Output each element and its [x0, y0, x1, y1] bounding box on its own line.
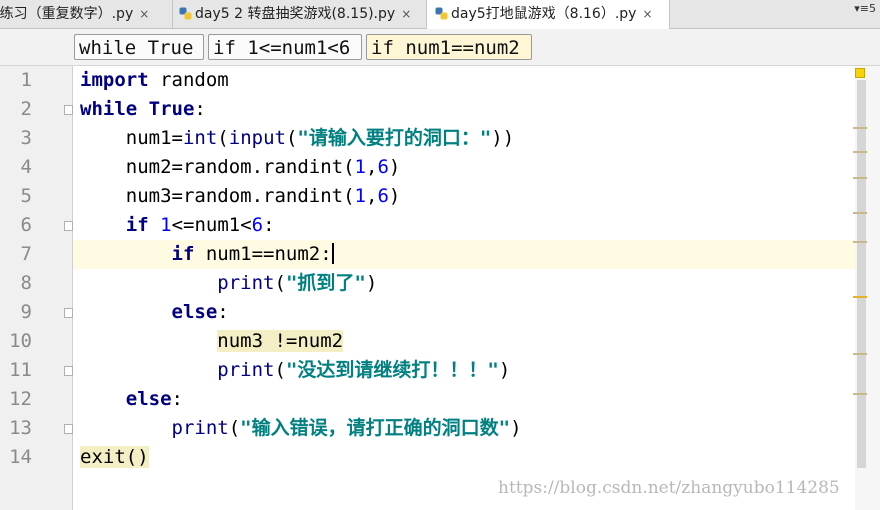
- stripe-marker[interactable]: [853, 212, 867, 214]
- fold-marker-icon[interactable]: [64, 308, 73, 318]
- code-line: num2=random.randint(1,6): [125, 156, 401, 178]
- line-number: 12: [9, 388, 32, 410]
- code-line: num3=random.randint(1,6): [125, 185, 401, 207]
- close-icon[interactable]: ×: [139, 0, 149, 28]
- code-line: if 1<=num1<6:: [125, 214, 275, 236]
- line-number: 13: [9, 417, 32, 439]
- close-icon[interactable]: ×: [401, 0, 411, 28]
- stripe-marker[interactable]: [853, 151, 867, 153]
- python-file-icon: [435, 7, 448, 20]
- watermark-url: https://blog.csdn.net/zhangyubo114285: [498, 478, 840, 498]
- editor-tab-bar: !练习（重复数字）.py × day5 2 转盘抽奖游戏(8.15).py × da…: [0, 0, 880, 29]
- fold-marker-icon[interactable]: [64, 105, 73, 115]
- vertical-scrollbar[interactable]: [857, 80, 866, 468]
- breadcrumb-if-range[interactable]: if 1<=num1<6: [208, 34, 362, 60]
- breadcrumb-while-true[interactable]: while True: [74, 34, 204, 60]
- stripe-marker[interactable]: [853, 296, 867, 298]
- code-line: else:: [125, 388, 183, 410]
- fold-marker-icon[interactable]: [64, 424, 73, 434]
- line-number: 5: [20, 185, 32, 207]
- line-number: 10: [9, 330, 32, 352]
- highlighted-statement: exit(): [80, 446, 149, 468]
- stripe-marker[interactable]: [853, 177, 867, 179]
- breadcrumb: while True if 1<=num1<6 if num1==num2: [0, 29, 880, 66]
- stripe-marker[interactable]: [853, 393, 867, 395]
- code-line: print("没达到请继续打！！！"): [217, 359, 511, 381]
- code-line: exit(): [80, 443, 149, 472]
- highlighted-statement: num3 !=num2: [217, 330, 344, 352]
- line-number: 3: [20, 127, 32, 149]
- code-line: print("输入错误，请打正确的洞口数"): [171, 417, 522, 439]
- breadcrumb-if-equal[interactable]: if num1==num2: [366, 34, 532, 60]
- code-line: num1=int(input("请输入要打的洞口：")): [125, 127, 515, 149]
- line-number: 14: [9, 446, 32, 468]
- code-line: print("抓到了"): [217, 272, 378, 294]
- fold-marker-icon[interactable]: [64, 366, 73, 376]
- tab-lottery-wheel[interactable]: day5 2 转盘抽奖游戏(8.15).py ×: [172, 0, 422, 28]
- line-number: 8: [20, 272, 32, 294]
- tab-label: day5打地鼠游戏（8.16）.py: [451, 6, 637, 22]
- code-line: num3 !=num2: [80, 327, 344, 356]
- line-number: 2: [20, 98, 32, 120]
- code-line: import random: [80, 69, 229, 91]
- close-icon[interactable]: ×: [642, 0, 652, 28]
- line-number: 7: [20, 243, 32, 265]
- stripe-marker[interactable]: [853, 127, 867, 129]
- code-editor[interactable]: import random while True: num1=int(input…: [73, 66, 855, 510]
- stripe-marker[interactable]: [853, 241, 867, 243]
- code-line: else:: [171, 301, 229, 323]
- tab-label: day5 2 转盘抽奖游戏(8.15).py: [195, 6, 396, 22]
- line-number: 1: [20, 69, 32, 91]
- inspection-status-icon[interactable]: [855, 68, 865, 78]
- line-number: 4: [20, 156, 32, 178]
- fold-marker-icon[interactable]: [64, 221, 73, 231]
- line-number-gutter: 1 2 3 4 5 6 7 8 9 10 11 12 13 14: [0, 66, 73, 510]
- code-line: if num1==num2:: [171, 243, 334, 265]
- line-number: 11: [9, 359, 32, 381]
- python-file-icon: [179, 7, 192, 20]
- line-number: 9: [20, 301, 32, 323]
- stripe-marker[interactable]: [853, 353, 867, 355]
- tab-label: !练习（重复数字）.py: [0, 6, 134, 22]
- code-line: while True:: [80, 98, 206, 120]
- tab-repeat-digits[interactable]: !练习（重复数字）.py ×: [0, 0, 166, 28]
- tab-list-menu-icon[interactable]: ▾≡5: [854, 2, 876, 15]
- text-caret: [331, 243, 334, 264]
- tab-whack-a-mole[interactable]: day5打地鼠游戏（8.16）.py ×: [426, 0, 670, 29]
- line-number: 6: [20, 214, 32, 236]
